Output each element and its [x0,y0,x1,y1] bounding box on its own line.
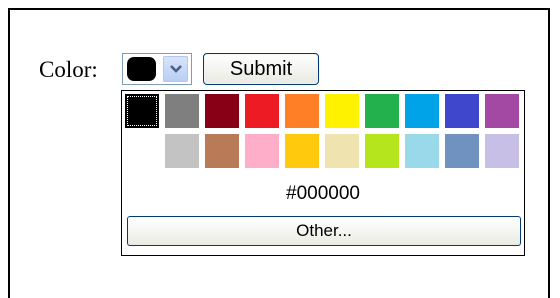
color-swatch-7f7f7f[interactable] [165,94,199,128]
selected-color-swatch [127,57,156,81]
chevron-down-icon[interactable] [163,56,188,82]
color-swatch-880015[interactable] [205,94,239,128]
color-swatch-000000[interactable] [125,94,159,128]
color-swatch-ffffff[interactable] [125,134,159,168]
color-swatch-a349a4[interactable] [485,94,519,128]
color-swatch-b97a57[interactable] [205,134,239,168]
color-swatch-ffaec9[interactable] [245,134,279,168]
color-swatch-efe4b0[interactable] [325,134,359,168]
hex-value: #000000 [286,183,360,204]
color-swatch-c3c3c3[interactable] [165,134,199,168]
color-swatch-3f48cc[interactable] [445,94,479,128]
color-swatch-99d9ea[interactable] [405,134,439,168]
other-color-button[interactable]: Other... [127,216,521,246]
color-swatch-fff200[interactable] [325,94,359,128]
color-swatch-c8bfe7[interactable] [485,134,519,168]
color-swatch-7092be[interactable] [445,134,479,168]
color-swatch-22b14c[interactable] [365,94,399,128]
submit-button[interactable]: Submit [203,53,319,85]
color-swatch-ff7f27[interactable] [285,94,319,128]
color-label: Color: [39,57,98,82]
color-palette-popup: #000000 Other... [121,90,525,256]
color-swatch-ed1c24[interactable] [245,94,279,128]
color-swatch-ffc90e[interactable] [285,134,319,168]
color-swatch-b5e61d[interactable] [365,134,399,168]
color-swatch-00a2e8[interactable] [405,94,439,128]
color-picker-dropdown[interactable] [122,53,192,85]
